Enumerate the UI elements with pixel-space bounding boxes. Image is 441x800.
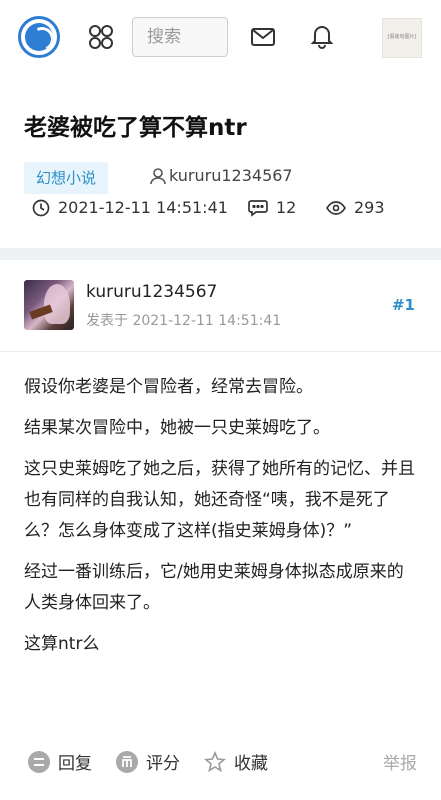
- poster-avatar[interactable]: [24, 280, 74, 330]
- reply-icon: [28, 750, 50, 773]
- view-count-text: 293: [354, 198, 385, 217]
- mail-icon[interactable]: [250, 24, 276, 50]
- content-paragraph: 假设你老婆是个冒险者，经常去冒险。: [24, 377, 313, 397]
- reply-button[interactable]: 回复: [28, 749, 92, 774]
- post-author-name: kururu1234567: [169, 166, 293, 185]
- content-paragraph: 这算ntr么: [24, 634, 100, 654]
- apps-grid-icon[interactable]: [88, 24, 114, 50]
- site-logo-icon[interactable]: [18, 16, 60, 58]
- eye-icon: [326, 200, 346, 215]
- post-datetime-text: 2021-12-11 14:51:41: [58, 198, 228, 217]
- rate-button[interactable]: 评分: [116, 749, 180, 774]
- bell-icon[interactable]: [308, 22, 336, 50]
- report-button[interactable]: 举报: [383, 749, 417, 774]
- view-count: 293: [326, 198, 385, 217]
- comment-count-text: 12: [276, 198, 297, 217]
- post-timestamp: 发表于 2021-12-11 14:51:41: [86, 313, 282, 329]
- search-input[interactable]: 搜索: [132, 17, 228, 57]
- floor-number[interactable]: #1: [392, 296, 415, 314]
- post-title: 老婆被吃了算不算ntr: [24, 115, 247, 141]
- category-tag[interactable]: 幻想小说: [24, 162, 109, 194]
- reply-label: 回复: [58, 754, 92, 774]
- poster-username[interactable]: kururu1234567: [86, 282, 217, 302]
- user-avatar[interactable]: [假装有图片]: [382, 18, 422, 58]
- post-content: 假设你老婆是个冒险者，经常去冒险。 结果某次冒险中，她被一只史莱姆吃了。 这只史…: [24, 372, 420, 670]
- user-icon: [150, 167, 166, 184]
- rate-icon: [116, 750, 138, 773]
- post-datetime: 2021-12-11 14:51:41: [32, 198, 228, 217]
- post-actions: 回复 评分 收藏 举报: [0, 745, 441, 781]
- post-author[interactable]: kururu1234567: [150, 166, 293, 185]
- post-meta-row: 2021-12-11 14:51:41 12 293: [32, 198, 432, 222]
- divider: [0, 351, 441, 352]
- favorite-label: 收藏: [234, 754, 268, 774]
- comment-icon: [248, 199, 268, 217]
- clock-icon: [32, 199, 50, 216]
- content-paragraph: 这只史莱姆吃了她之后，获得了她所有的记忆、并且也有同样的自我认知，她还奇怪“咦，…: [24, 459, 415, 541]
- content-paragraph: 结果某次冒险中，她被一只史莱姆吃了。: [24, 418, 330, 438]
- star-icon: [204, 750, 226, 772]
- rate-label: 评分: [146, 754, 180, 774]
- favorite-button[interactable]: 收藏: [204, 749, 268, 774]
- comment-count: 12: [248, 198, 296, 217]
- content-paragraph: 经过一番训练后，它/她用史莱姆身体拟态成原来的人类身体回来了。: [24, 562, 404, 613]
- top-bar: 搜索 [假装有图片]: [0, 0, 441, 74]
- section-divider: [0, 248, 441, 260]
